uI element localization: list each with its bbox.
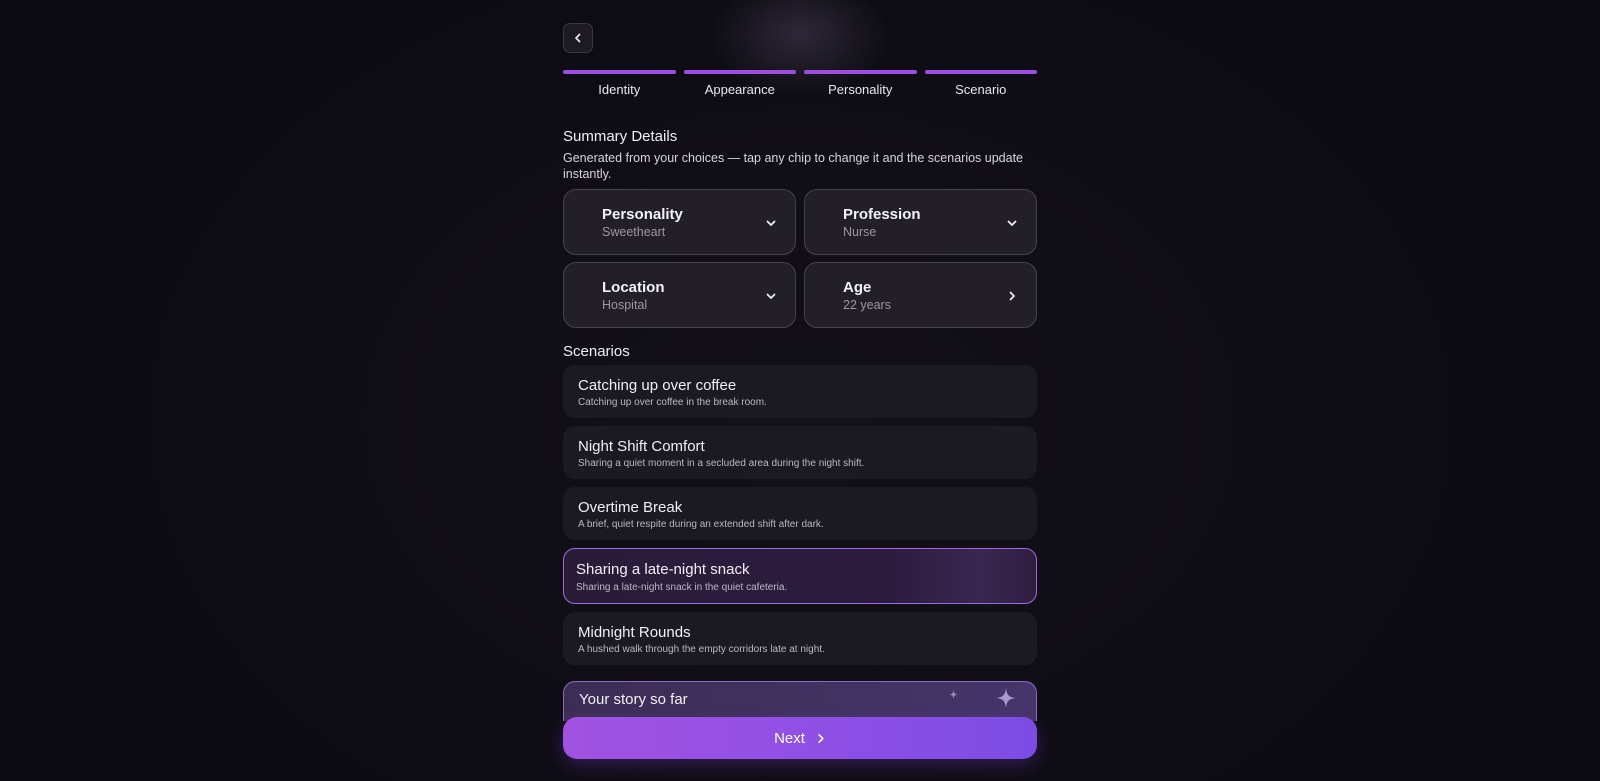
scenario-title: Sharing a late-night snack bbox=[576, 561, 750, 578]
scenario-card[interactable]: Night Shift Comfort Sharing a quiet mome… bbox=[563, 426, 1037, 479]
step-label: Personality bbox=[828, 82, 893, 97]
step-identity[interactable]: Identity bbox=[563, 70, 676, 100]
scenario-title: Catching up over coffee bbox=[578, 377, 737, 394]
summary-description: Generated from your choices — tap any ch… bbox=[563, 151, 1023, 181]
scenario-card[interactable]: Catching up over coffee Catching up over… bbox=[563, 365, 1037, 418]
chevron-left-icon bbox=[575, 33, 581, 43]
chip-location[interactable]: Location Hospital bbox=[563, 262, 796, 328]
next-button[interactable]: Next bbox=[563, 717, 1037, 759]
step-progress-bar bbox=[683, 70, 796, 74]
chip-value: Hospital bbox=[602, 298, 648, 312]
scenario-title: Midnight Rounds bbox=[578, 624, 691, 641]
wizard-column: Identity Appearance Personality Scenario… bbox=[563, 0, 1037, 781]
step-label: Identity bbox=[598, 82, 641, 97]
chip-personality[interactable]: Personality Sweetheart bbox=[563, 189, 796, 255]
step-label: Appearance bbox=[704, 82, 775, 97]
scenario-description: A hushed walk through the empty corridor… bbox=[578, 644, 825, 655]
chip-value: Nurse bbox=[843, 225, 877, 239]
chip-title: Age bbox=[843, 279, 872, 296]
scenario-description: A brief, quiet respite during an extende… bbox=[578, 519, 824, 530]
scenario-card[interactable]: Midnight Rounds A hushed walk through th… bbox=[563, 612, 1037, 665]
scenario-description: Catching up over coffee in the break roo… bbox=[578, 397, 767, 408]
progress-steps: Identity Appearance Personality Scenario bbox=[563, 70, 1037, 100]
scenario-title: Night Shift Comfort bbox=[578, 438, 705, 455]
scenario-card[interactable]: Overtime Break A brief, quiet respite du… bbox=[563, 487, 1037, 540]
back-button[interactable] bbox=[563, 23, 593, 53]
chip-value: 22 years bbox=[843, 298, 891, 312]
chip-title: Personality bbox=[602, 206, 683, 223]
step-label: Scenario bbox=[955, 82, 1007, 97]
step-progress-bar bbox=[563, 70, 676, 74]
step-appearance[interactable]: Appearance bbox=[683, 70, 796, 100]
scenario-description: Sharing a quiet moment in a secluded are… bbox=[578, 458, 865, 469]
chip-profession[interactable]: Profession Nurse bbox=[804, 189, 1037, 255]
step-scenario[interactable]: Scenario bbox=[924, 70, 1037, 100]
chevron-down-icon bbox=[766, 293, 776, 299]
scenario-description: Sharing a late-night snack in the quiet … bbox=[576, 582, 788, 593]
chevron-right-icon bbox=[818, 733, 824, 743]
chip-value: Sweetheart bbox=[602, 225, 666, 239]
chevron-down-icon bbox=[766, 220, 776, 226]
chip-title: Location bbox=[602, 279, 665, 296]
chip-age[interactable]: Age 22 years bbox=[804, 262, 1037, 328]
chevron-right-icon bbox=[1009, 291, 1015, 301]
next-button-label: Next bbox=[774, 729, 805, 747]
step-progress-bar bbox=[924, 70, 1037, 74]
story-so-far-panel[interactable]: Your story so far bbox=[563, 681, 1037, 721]
step-progress-bar bbox=[804, 70, 917, 74]
sparkle-icon bbox=[996, 688, 1016, 708]
story-title: Your story so far bbox=[579, 691, 688, 708]
chip-title: Profession bbox=[843, 206, 921, 223]
scenario-card-selected[interactable]: Sharing a late-night snack Sharing a lat… bbox=[563, 548, 1037, 604]
chevron-down-icon bbox=[1007, 220, 1017, 226]
scenario-title: Overtime Break bbox=[578, 499, 683, 516]
summary-title: Summary Details bbox=[563, 128, 678, 145]
sparkle-icon bbox=[949, 690, 958, 699]
scenarios-title: Scenarios bbox=[563, 343, 630, 360]
step-personality[interactable]: Personality bbox=[804, 70, 917, 100]
